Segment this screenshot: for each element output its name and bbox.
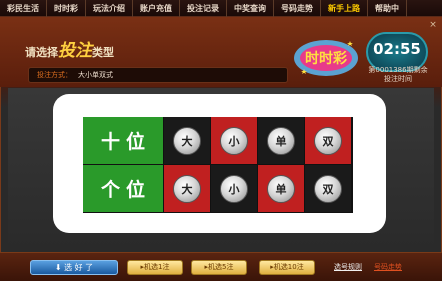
ball-tens-big[interactable]: 大 — [173, 126, 201, 155]
cell-tens-big[interactable]: 大 — [164, 117, 211, 164]
close-icon[interactable]: × — [428, 20, 438, 30]
bet-method-label: 投注方式： — [37, 71, 72, 79]
ball-units-even[interactable]: 双 — [314, 174, 342, 203]
bet-method-bar: 投注方式： 大小单双式 — [28, 67, 288, 83]
bet-method-value: 大小单双式 — [78, 71, 113, 79]
row-tens: 十位 大 小 单 双 — [83, 117, 353, 164]
position-label-tens: 十位 — [83, 117, 164, 164]
ball-units-big[interactable]: 大 — [173, 174, 201, 203]
confirm-select-button[interactable]: ⬇ 选 好 了 — [30, 260, 118, 275]
cell-tens-odd[interactable]: 单 — [258, 117, 305, 164]
countdown-value: 02:55 — [373, 40, 421, 58]
nav-item-number-trend[interactable]: 号码走势 — [274, 0, 321, 17]
position-label-units: 个位 — [83, 165, 164, 212]
period-info: 第0001386期剩余 投注时间 — [368, 66, 428, 83]
countdown-timer: 02:55 第0001386期剩余 投注时间 — [362, 30, 432, 83]
shishicai-logo: 时时彩 — [294, 40, 358, 76]
arrow-down-icon: ⬇ — [54, 263, 62, 272]
cell-units-small[interactable]: 小 — [211, 165, 258, 212]
ball-tens-odd[interactable]: 单 — [267, 126, 295, 155]
cell-units-odd[interactable]: 单 — [258, 165, 305, 212]
nav-item-bet-records[interactable]: 投注记录 — [180, 0, 227, 17]
bet-grid: 十位 大 小 单 双 个位 大 小 单 双 — [83, 117, 353, 213]
nav-item-ssc[interactable]: 时时彩 — [47, 0, 86, 17]
ball-tens-small[interactable]: 小 — [220, 126, 248, 155]
cell-tens-small[interactable]: 小 — [211, 117, 258, 164]
nav-item-play-intro[interactable]: 玩法介绍 — [86, 0, 133, 17]
nav-item-recharge[interactable]: 账户充值 — [133, 0, 180, 17]
dialog-title: 请选择投注类型 — [25, 41, 114, 61]
ball-units-small[interactable]: 小 — [220, 174, 248, 203]
svg-text:时时彩: 时时彩 — [305, 50, 347, 67]
top-nav: 彩民生活 时时彩 玩法介绍 账户充值 投注记录 中奖查询 号码走势 新手上路 帮… — [0, 0, 442, 17]
nav-item-beginner[interactable]: 新手上路 — [321, 0, 368, 17]
nav-item-prize-query[interactable]: 中奖查询 — [227, 0, 274, 17]
ball-units-odd[interactable]: 单 — [267, 174, 295, 203]
random-10-button[interactable]: ▸机选10注 — [259, 260, 315, 275]
cell-tens-even[interactable]: 双 — [305, 117, 352, 164]
row-units: 个位 大 小 单 双 — [83, 165, 353, 212]
ball-tens-even[interactable]: 双 — [314, 126, 342, 155]
cell-units-even[interactable]: 双 — [305, 165, 352, 212]
nav-item-lottery-life[interactable]: 彩民生活 — [0, 0, 47, 17]
random-1-button[interactable]: ▸机选1注 — [127, 260, 183, 275]
rules-link[interactable]: 选号规则 — [334, 262, 362, 272]
random-5-button[interactable]: ▸机选5注 — [191, 260, 247, 275]
nav-item-help[interactable]: 帮助中 — [368, 0, 407, 17]
cell-units-big[interactable]: 大 — [164, 165, 211, 212]
trend-link[interactable]: 号码走势 — [374, 262, 402, 272]
